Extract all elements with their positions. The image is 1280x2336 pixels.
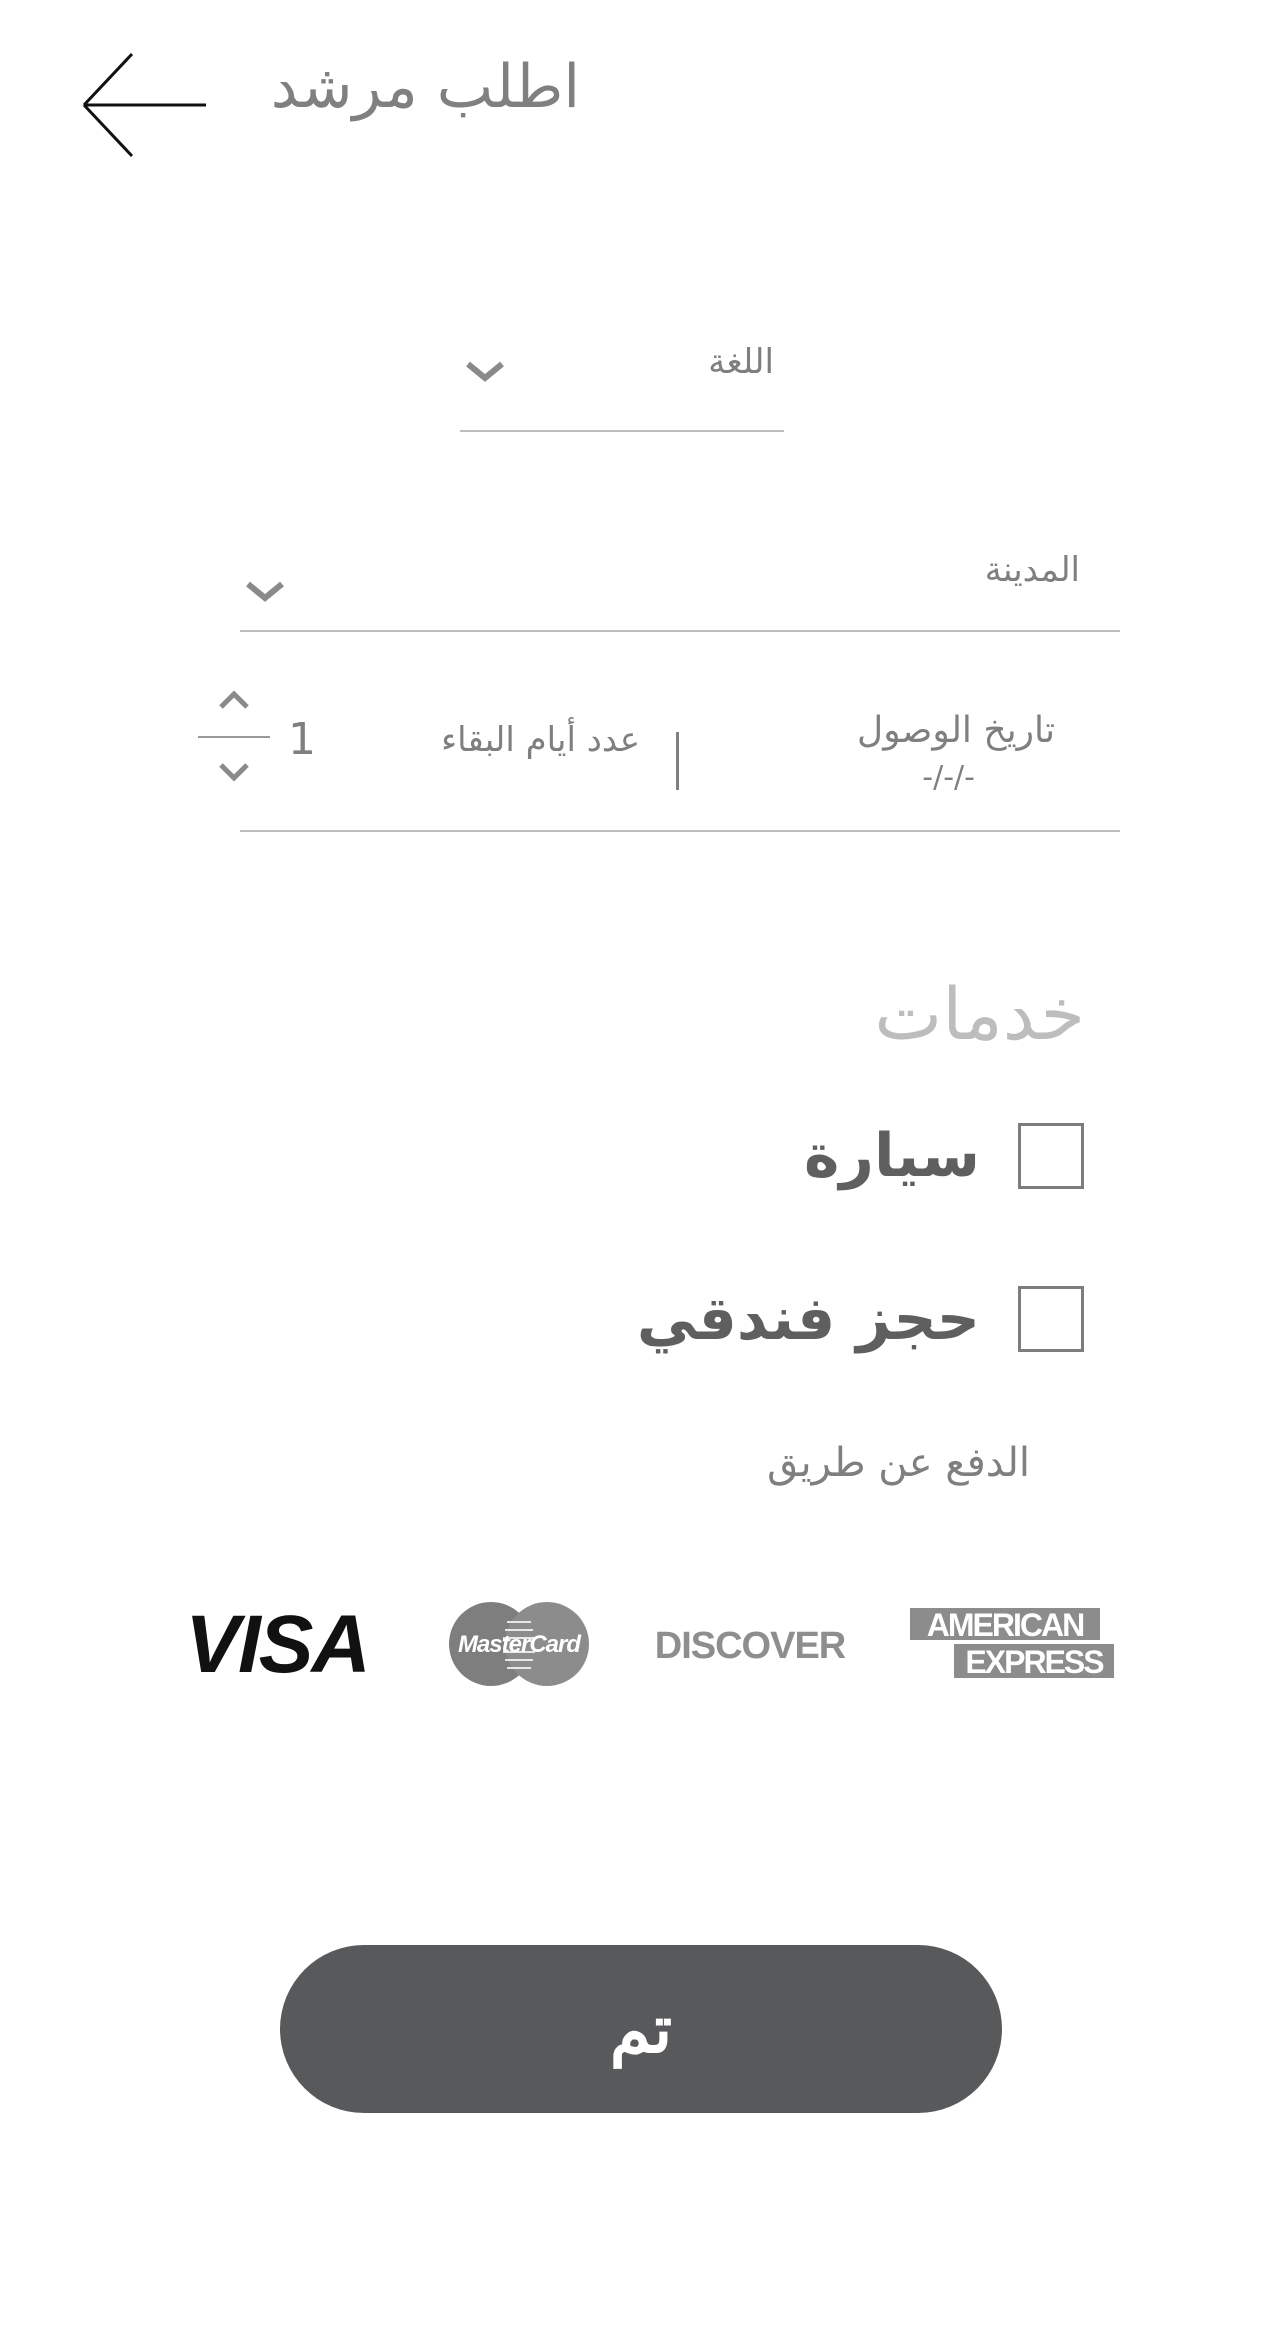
services-heading: خدمات — [874, 972, 1085, 1056]
amex-logo-text: AMERICAN — [927, 1607, 1083, 1643]
arrow-left-icon — [82, 52, 206, 158]
city-label: المدينة — [984, 550, 1080, 590]
service-car-option[interactable]: سيارة — [804, 1120, 1084, 1192]
mastercard-logo-text: MasterCard — [458, 1631, 582, 1658]
amex-logo-text-2: EXPRESS — [965, 1644, 1104, 1680]
stepper-divider — [198, 736, 270, 738]
discover-logo-text: DISCOVER — [655, 1625, 845, 1667]
discover-logo[interactable]: DISCOVER — [655, 1620, 847, 1668]
stay-days-stepper — [198, 685, 270, 795]
stay-days-value[interactable]: 1 — [288, 714, 316, 765]
chevron-up-icon[interactable] — [216, 685, 252, 715]
arrival-date-field[interactable]: -/-/- — [922, 760, 975, 795]
visa-logo[interactable]: VISA — [175, 1598, 380, 1690]
mastercard-logo[interactable]: MasterCard — [445, 1600, 593, 1688]
field-divider — [676, 732, 679, 790]
service-hotel-option[interactable]: حجز فندقي — [637, 1283, 1084, 1355]
chevron-down-icon — [466, 361, 504, 382]
city-select[interactable]: المدينة — [240, 540, 1120, 632]
service-hotel-label: حجز فندقي — [636, 1284, 980, 1354]
back-button[interactable] — [80, 50, 210, 160]
done-button[interactable]: تم — [280, 1945, 1002, 2113]
car-checkbox[interactable] — [1018, 1123, 1084, 1189]
arrival-date-label: تاريخ الوصول — [857, 710, 1055, 751]
american-express-logo[interactable]: AMERICAN EXPRESS — [908, 1602, 1116, 1682]
hotel-checkbox[interactable] — [1018, 1286, 1084, 1352]
language-select[interactable]: اللغة — [460, 330, 784, 432]
chevron-down-icon — [246, 581, 284, 602]
payment-label: الدفع عن طريق — [767, 1440, 1030, 1486]
service-car-label: سيارة — [804, 1121, 980, 1191]
stay-days-label: عدد أيام البقاء — [441, 720, 640, 760]
language-label: اللغة — [708, 342, 774, 382]
arrival-stay-row: تاريخ الوصول -/-/- عدد أيام البقاء 1 — [240, 680, 1120, 832]
page-title: اطلب مرشد — [270, 52, 580, 122]
visa-logo-text: VISA — [185, 1599, 368, 1682]
chevron-down-icon[interactable] — [216, 757, 252, 787]
